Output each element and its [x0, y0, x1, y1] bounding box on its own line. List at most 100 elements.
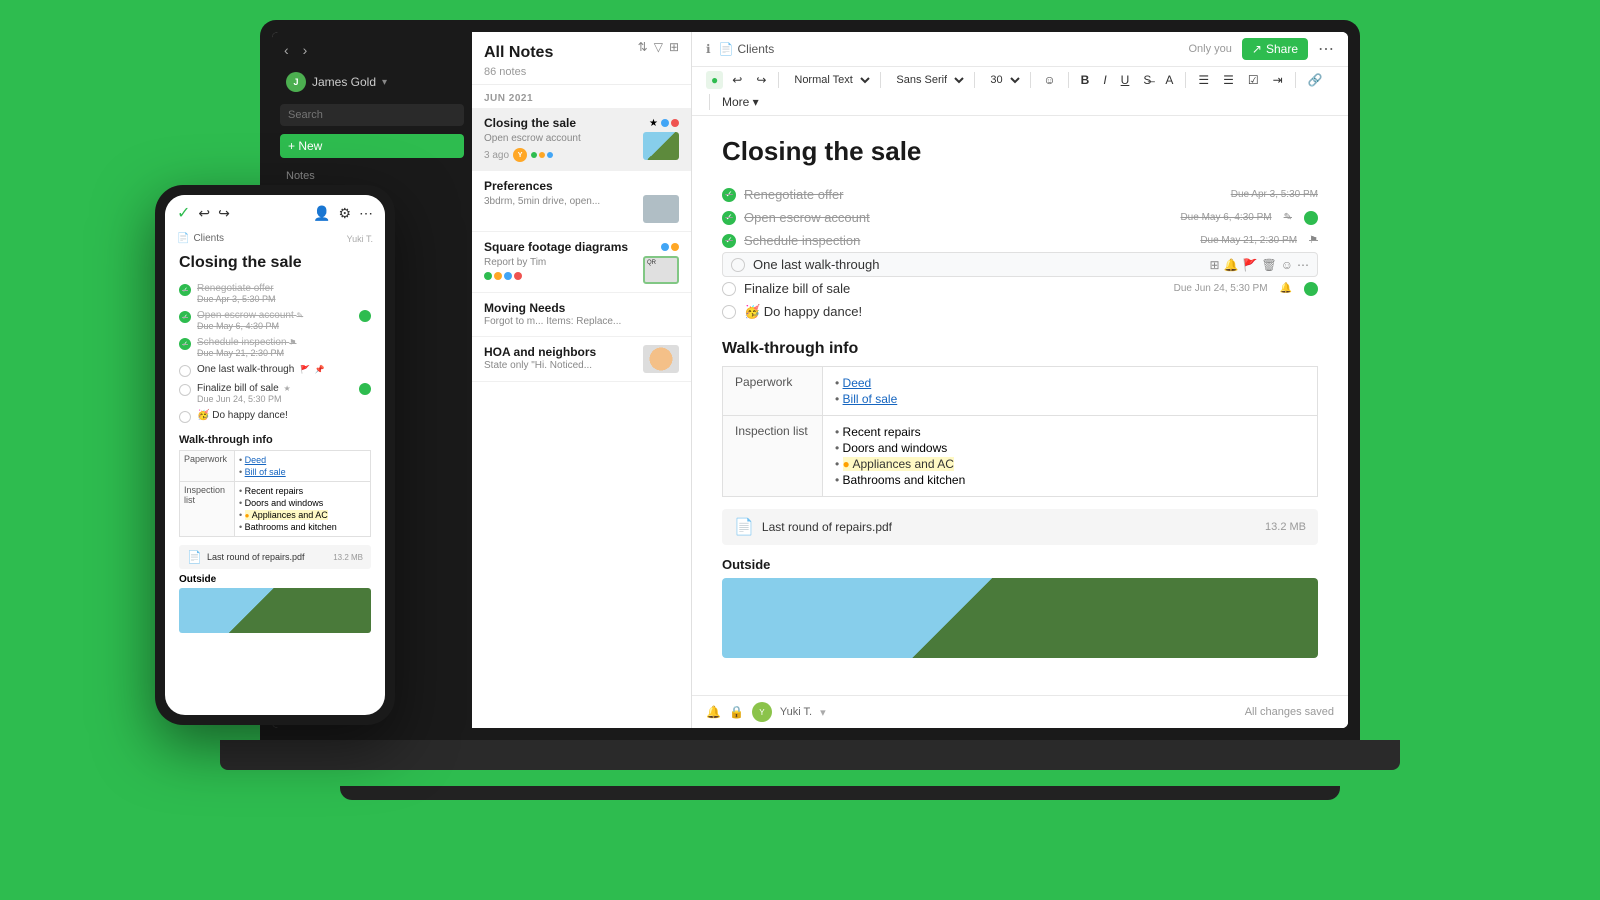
- bullet-list-btn[interactable]: ☰: [1193, 71, 1214, 89]
- pdf-icon: 📄: [734, 517, 754, 537]
- note-title-pref: Preferences: [484, 179, 553, 193]
- font-color-btn[interactable]: A: [1160, 71, 1178, 89]
- phone-repair-item: Recent repairs: [239, 485, 366, 497]
- note-item-closing[interactable]: Closing the sale ★ Open e: [472, 108, 691, 171]
- note-item-hoa[interactable]: HOA and neighbors State only "Hi. Notice…: [472, 337, 691, 382]
- note-item-preferences[interactable]: Preferences 3bdrm, 5min drive, open...: [472, 171, 691, 232]
- task-checkbox-3[interactable]: [722, 234, 736, 248]
- undo-btn[interactable]: ↩: [727, 71, 747, 89]
- more-btn[interactable]: More ▾: [717, 93, 764, 111]
- phone-flag-icon: 🚩: [300, 365, 310, 374]
- note-item-diagrams[interactable]: Square footage diagrams Report by Tim: [472, 232, 691, 293]
- task4-copy-icon[interactable]: ⊞: [1210, 258, 1220, 272]
- footer-user-chevron[interactable]: ▾: [820, 706, 826, 719]
- phone-redo-icon[interactable]: ↪: [218, 205, 230, 222]
- sort-icon[interactable]: ⇅: [638, 40, 648, 54]
- phone-settings-icon[interactable]: ⚙: [338, 205, 351, 222]
- task4-bell-icon[interactable]: 🔔: [1224, 258, 1239, 272]
- format-bullet-btn[interactable]: ●: [706, 71, 723, 89]
- note-item-moving[interactable]: Moving Needs Forgot to m... Items: Repla…: [472, 293, 691, 337]
- task4-more-icon[interactable]: ⋯: [1297, 258, 1309, 272]
- phone-badge-5: [359, 383, 371, 395]
- share-icon: ↗: [1252, 42, 1262, 56]
- text-style-select[interactable]: Normal Text: [786, 71, 873, 89]
- phone-breadcrumb: 📄 Clients Yuki T.: [165, 231, 385, 246]
- info-icon[interactable]: ℹ: [706, 42, 711, 56]
- phone-bill-link[interactable]: Bill of sale: [245, 467, 286, 477]
- footer-left: 🔔 🔒 Y Yuki T. ▾: [706, 702, 826, 722]
- phone-task-info-4: One last walk-through 🚩 📌: [197, 364, 371, 375]
- task-checkbox-5[interactable]: [722, 282, 736, 296]
- footer-lock-icon: 🔒: [729, 705, 744, 719]
- phone-checkbox-4[interactable]: [179, 365, 191, 377]
- nav-forward-btn[interactable]: ›: [299, 40, 312, 60]
- numbered-list-btn[interactable]: ☰: [1218, 71, 1239, 89]
- doc-icon: 📄: [719, 42, 734, 56]
- share-label: Share: [1266, 42, 1298, 56]
- emoji-btn[interactable]: ☺: [1038, 71, 1060, 89]
- task-text-3: Schedule inspection: [744, 233, 860, 248]
- notes-section-label: JUN 2021: [472, 85, 691, 108]
- task4-emoji-icon[interactable]: ☺: [1281, 258, 1293, 272]
- only-you-label: Only you: [1188, 43, 1231, 55]
- task-checkbox-1[interactable]: [722, 188, 736, 202]
- outside-image: [722, 578, 1318, 658]
- task-checkbox-2[interactable]: [722, 211, 736, 225]
- paperwork-label: Paperwork: [723, 367, 823, 416]
- phone-person-icon[interactable]: 👤: [313, 205, 330, 222]
- deed-link[interactable]: Deed: [843, 376, 872, 390]
- file-attachment[interactable]: 📄 Last round of repairs.pdf 13.2 MB: [722, 509, 1318, 545]
- bold-btn[interactable]: B: [1076, 71, 1095, 89]
- phone-task-1: Renegotiate offer Due Apr 3, 5:30 PM: [179, 280, 371, 307]
- more-options-icon[interactable]: ⋯: [1318, 39, 1334, 59]
- phone-task-4: One last walk-through 🚩 📌: [179, 361, 371, 380]
- phone-note-title: Closing the sale: [179, 254, 371, 272]
- task-text-4: One last walk-through: [753, 257, 879, 272]
- phone-file-attachment[interactable]: 📄 Last round of repairs.pdf 13.2 MB: [179, 545, 371, 569]
- task-checkbox-6[interactable]: [722, 305, 736, 319]
- phone-checkbox-5[interactable]: [179, 384, 191, 396]
- filter-icon[interactable]: ▽: [654, 40, 663, 54]
- size-select[interactable]: 30: [982, 71, 1023, 89]
- sidebar-notes-item[interactable]: Notes: [280, 166, 464, 186]
- font-select[interactable]: Sans Serif: [888, 71, 967, 89]
- phone-checkbox-2[interactable]: [179, 311, 191, 323]
- redo-btn[interactable]: ↪: [751, 71, 771, 89]
- phone-undo-icon[interactable]: ↩: [198, 205, 210, 222]
- phone-checkbox-1[interactable]: [179, 284, 191, 296]
- checklist-btn[interactable]: ☑: [1243, 71, 1264, 89]
- strikethrough-btn[interactable]: S̶: [1138, 71, 1156, 89]
- bathrooms-item: Bathrooms and kitchen: [835, 472, 1305, 488]
- task4-flag-icon[interactable]: 🚩: [1243, 258, 1258, 272]
- task4-delete-icon[interactable]: 🗑: [1262, 258, 1277, 272]
- new-note-button[interactable]: + New: [280, 134, 464, 158]
- note-preview-pref: 3bdrm, 5min drive, open...: [484, 195, 637, 208]
- phone-more-icon[interactable]: ⋯: [359, 205, 373, 222]
- share-button[interactable]: ↗ Share: [1242, 38, 1308, 60]
- phone-checkbox-3[interactable]: [179, 338, 191, 350]
- footer-bell-icon[interactable]: 🔔: [706, 705, 721, 719]
- phone-task-due-2: Due May 6, 4:30 PM: [197, 321, 353, 331]
- phone-checkbox-6[interactable]: [179, 411, 191, 423]
- info-table: Paperwork Deed Bill of sale Inspection l…: [722, 366, 1318, 497]
- note-title-moving: Moving Needs: [484, 301, 679, 315]
- sidebar-search-input[interactable]: [280, 104, 464, 126]
- note-main-title: Closing the sale: [722, 136, 1318, 167]
- outside-label: Outside: [722, 557, 1318, 572]
- inspection-label: Inspection list: [723, 416, 823, 497]
- diag-dot-blue: [661, 243, 669, 251]
- phone-inspection-row: Inspection list Recent repairs Doors and…: [180, 482, 371, 537]
- task-item-4[interactable]: One last walk-through ⊞ 🔔 🚩 🗑 ☺ ⋯: [722, 252, 1318, 277]
- bill-of-sale-link[interactable]: Bill of sale: [843, 392, 898, 406]
- phone-deed-link[interactable]: Deed: [245, 455, 267, 465]
- grid-icon[interactable]: ⊞: [669, 40, 679, 54]
- sidebar-user[interactable]: J James Gold ▾: [280, 68, 464, 96]
- indent-btn[interactable]: ⇥: [1268, 71, 1288, 89]
- italic-btn[interactable]: I: [1098, 71, 1111, 89]
- underline-btn[interactable]: U: [1116, 71, 1135, 89]
- task-item-6: 🥳 Do happy dance!: [722, 300, 1318, 324]
- link-btn[interactable]: 🔗: [1303, 71, 1328, 89]
- nav-back-btn[interactable]: ‹: [280, 40, 293, 60]
- task-checkbox-4[interactable]: [731, 258, 745, 272]
- divider1: [778, 72, 779, 88]
